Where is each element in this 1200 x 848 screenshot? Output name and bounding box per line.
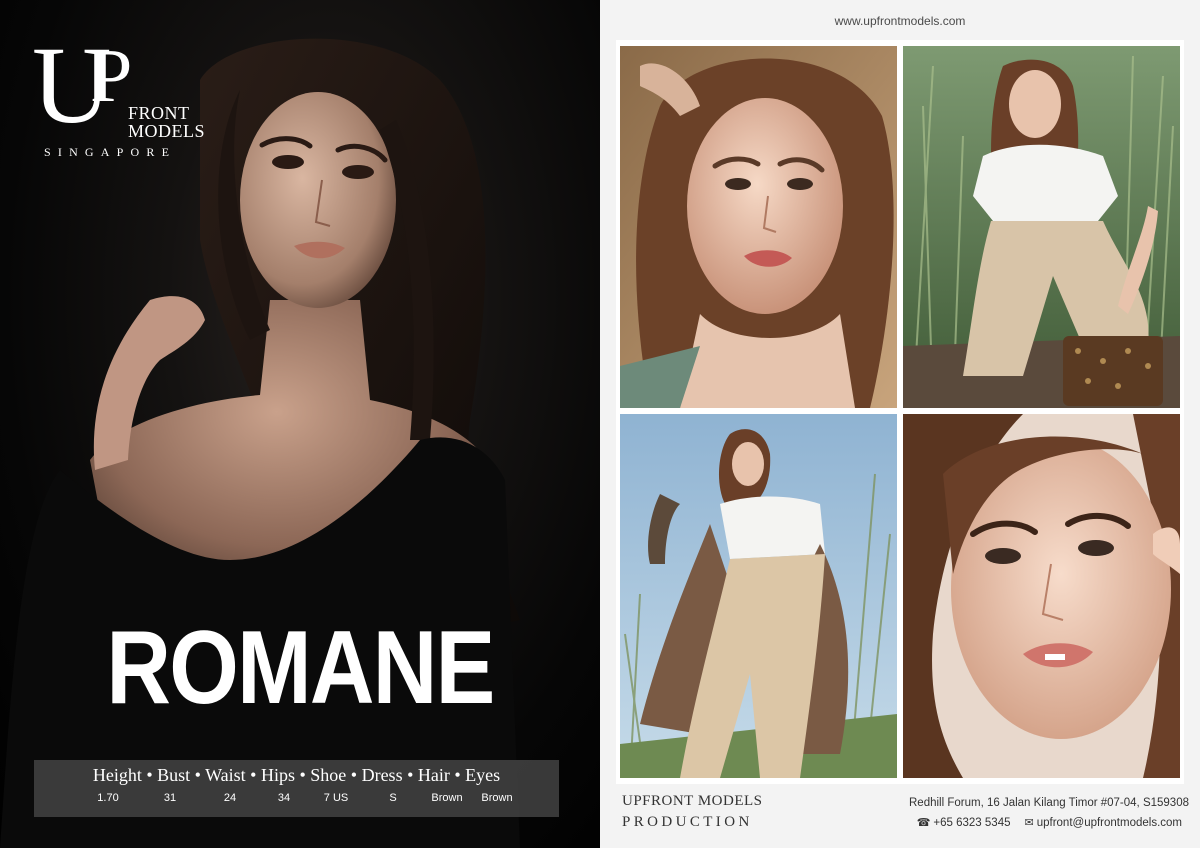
logo-singapore-text: SINGAPORE — [44, 145, 177, 159]
comp-card-back: www.upfrontmodels.com UPFRONT MODELS PRO… — [600, 0, 1200, 848]
phone-number: +65 6323 5345 — [933, 817, 1011, 829]
agency-address: Redhill Forum, 16 Jalan Kilang Timor #07… — [909, 797, 1189, 809]
measurements-labels: Height • Bust • Waist • Hips • Shoe • Dr… — [92, 765, 501, 785]
photo-grid — [616, 40, 1184, 784]
email-icon: ✉ — [1024, 817, 1034, 829]
model-name: ROMANE — [106, 610, 495, 726]
stat-bust: 31 — [163, 792, 177, 804]
photo-seated-outdoor — [903, 46, 1180, 408]
stat-height: 1.70 — [97, 792, 119, 804]
website-url: www.upfrontmodels.com — [834, 14, 966, 28]
measurements-panel: Height • Bust • Waist • Hips • Shoe • Dr… — [34, 760, 559, 817]
stat-dress: S — [389, 792, 397, 804]
logo-front-text: FRONT — [128, 103, 190, 123]
logo-models-text: MODELS — [128, 121, 206, 141]
email-address[interactable]: upfront@upfrontmodels.com — [1037, 817, 1182, 829]
measurements-values: 1.70 31 24 34 7 US S Brown Brown — [34, 792, 559, 808]
upfront-models-logo: U P FRONT MODELS SINGAPORE — [32, 30, 212, 160]
stat-hips: 34 — [277, 792, 291, 804]
photo-standing-sky — [620, 414, 897, 778]
stat-waist: 24 — [223, 792, 237, 804]
phone-icon: ☎ — [916, 817, 931, 829]
stat-shoe: 7 US — [323, 792, 349, 804]
comp-card-front: U P FRONT MODELS SINGAPORE ROMANE Height… — [0, 0, 600, 848]
contact-line: ☎ +65 6323 5345 ✉ upfront@upfrontmodels.com — [917, 816, 1182, 829]
photo-closeup-2 — [903, 414, 1180, 778]
logo-letter-p: P — [90, 34, 133, 118]
agency-name: UPFRONT MODELS — [622, 793, 763, 809]
photo-closeup-1 — [620, 46, 897, 408]
stat-eyes: Brown — [481, 792, 513, 804]
agency-division: PRODUCTION — [622, 814, 753, 830]
